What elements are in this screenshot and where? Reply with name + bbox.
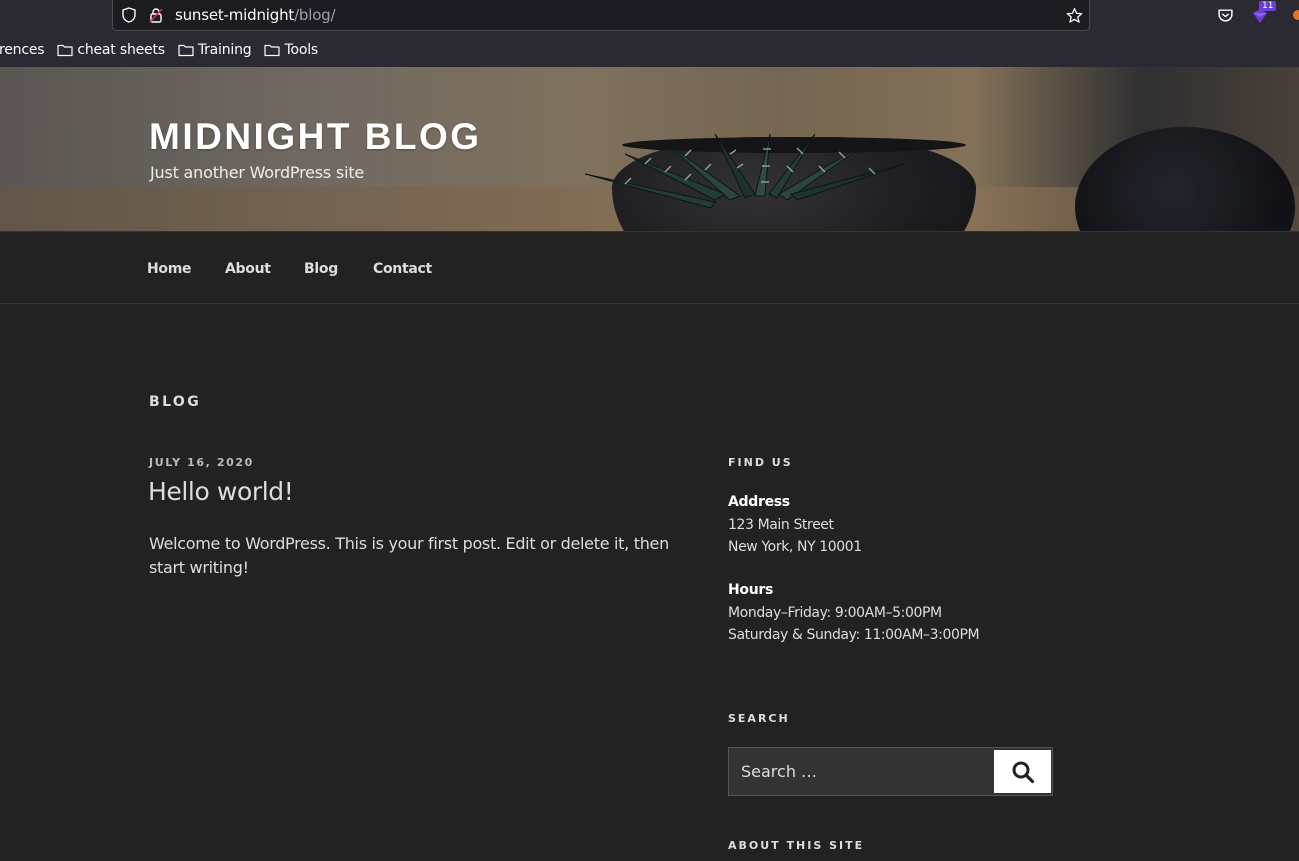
post-date[interactable]: JULY 16, 2020 [149,456,254,469]
extension-icon[interactable]: 11 [1250,1,1277,25]
nav-item-contact[interactable]: Contact [373,261,432,277]
hours-line: Monday–Friday: 9:00AM–5:00PM [728,605,942,621]
page-title: BLOG [149,394,202,410]
bookmark-label: cheat sheets [77,42,165,58]
bookmarks-toolbar: rences cheat sheets Training Tools [0,39,331,61]
address-label: Address [728,494,790,510]
search-input[interactable] [729,748,993,795]
bookmark-folder[interactable]: cheat sheets [57,42,165,58]
nav-item-blog[interactable]: Blog [304,261,338,277]
bookmark-star-icon[interactable] [1065,6,1083,24]
nav-item-home[interactable]: Home [147,261,192,277]
post-excerpt: Welcome to WordPress. This is your first… [149,534,669,577]
widget-title-about: ABOUT THIS SITE [728,839,865,852]
site-description: Just another WordPress site [150,163,365,182]
extension-badge: 11 [1259,1,1277,11]
bookmark-label: Training [197,42,252,58]
hours-line: Saturday & Sunday: 11:00AM–3:00PM [728,627,980,643]
search-form [728,747,1053,796]
bookmark-folder[interactable]: Training [178,42,252,58]
folder-icon [178,44,194,57]
search-icon [1012,761,1034,783]
extension-icon-2[interactable] [1288,5,1299,25]
bookmark-item[interactable]: rences [0,42,45,58]
search-button[interactable] [994,750,1051,793]
address-line: 123 Main Street [728,517,834,533]
bookmark-label: rences [0,42,45,58]
post-title[interactable]: Hello world! [148,477,294,506]
pocket-icon[interactable] [1215,5,1235,25]
folder-icon [264,44,281,57]
widget-title-find-us: FIND US [728,456,793,469]
address-bar[interactable]: sunset-midnight/blog/ [112,0,1090,31]
hours-label: Hours [728,582,774,598]
folder-icon [57,44,73,57]
browser-chrome: sunset-midnight/blog/ 11 rences cheat sh… [0,0,1299,67]
nav-item-about[interactable]: About [225,261,271,277]
lock-warning-icon[interactable] [147,6,165,24]
url-text[interactable]: sunset-midnight/blog/ [175,6,336,24]
site-title[interactable]: MIDNIGHT BLOG [149,116,482,158]
bookmark-label: Tools [284,42,318,58]
bookmark-folder[interactable]: Tools [264,42,318,58]
address-line: New York, NY 10001 [728,539,862,555]
main-navigation: Home About Blog Contact [0,231,1299,304]
shield-icon[interactable] [120,6,138,24]
widget-title-search: SEARCH [728,712,790,725]
